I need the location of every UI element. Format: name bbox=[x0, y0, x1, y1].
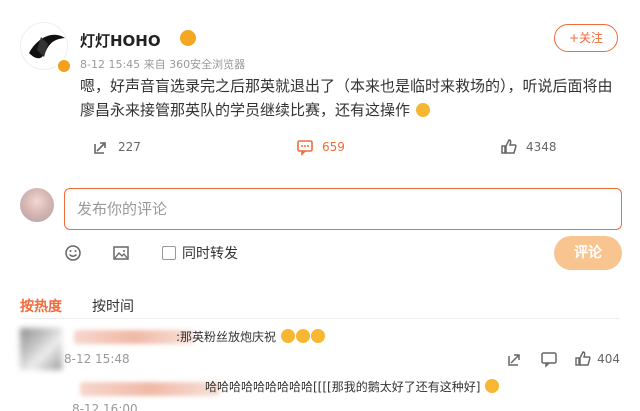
verified-badge-icon bbox=[56, 58, 72, 74]
like-icon bbox=[575, 351, 591, 366]
comment-date: 8-12 16:00 bbox=[72, 402, 138, 411]
emoji-icon bbox=[65, 245, 81, 261]
comment-input[interactable]: 发布你的评论 bbox=[64, 188, 622, 230]
submit-comment-button[interactable]: 评论 bbox=[554, 236, 622, 270]
comment-item: 哈哈哈哈哈哈哈哈哈[[[[那我的鹅太好了还有这种好] 8-12 16:00 bbox=[20, 372, 620, 411]
image-icon bbox=[113, 246, 129, 260]
repost-action[interactable]: 227 bbox=[92, 138, 141, 156]
comment-date: 8-12 15:48 bbox=[64, 352, 130, 366]
comment-like-action[interactable]: 404 bbox=[574, 350, 620, 368]
like-count: 4348 bbox=[526, 140, 557, 154]
crying-emoji-icon bbox=[280, 329, 295, 343]
sort-tab-hot[interactable]: 按热度 bbox=[20, 296, 62, 316]
comment-box-row: 发布你的评论 bbox=[20, 186, 622, 230]
comment-action[interactable]: 659 bbox=[296, 138, 345, 156]
emoji-button[interactable] bbox=[64, 244, 82, 266]
comment-count: 659 bbox=[322, 140, 345, 154]
crying-emoji-icon bbox=[295, 329, 310, 343]
comment-toolbar: 同时转发 评论 bbox=[64, 236, 624, 270]
image-button[interactable] bbox=[112, 244, 130, 266]
comment-actions: 404 bbox=[506, 350, 620, 368]
crying-emoji-icon bbox=[310, 329, 325, 343]
repost-count: 227 bbox=[118, 140, 141, 154]
emoji-icon bbox=[485, 379, 500, 393]
post-header: 灯灯HOHO 8-12 15:45 来自 360安全浏览器 +关注 bbox=[20, 14, 620, 74]
comment-author-blurred bbox=[80, 382, 220, 396]
comment-text-content: :那英粉丝放炮庆祝 bbox=[176, 330, 277, 344]
repost-icon[interactable] bbox=[506, 350, 524, 368]
comment-like-count: 404 bbox=[597, 352, 620, 366]
current-user-avatar[interactable] bbox=[20, 188, 54, 222]
like-action[interactable]: 4348 bbox=[500, 138, 557, 156]
post-text: 嗯，好声音盲选录完之后那英就退出了（本来也是临时来救场的），听说后面将由廖昌永来… bbox=[80, 74, 625, 122]
like-icon bbox=[501, 139, 517, 154]
comment-text: :那英粉丝放炮庆祝 bbox=[176, 328, 325, 345]
repost-icon bbox=[94, 142, 106, 154]
post-meta: 8-12 15:45 来自 360安全浏览器 bbox=[80, 58, 246, 71]
sort-tab-time[interactable]: 按时间 bbox=[92, 296, 134, 316]
surprised-emoji-icon bbox=[415, 103, 430, 117]
divider bbox=[20, 318, 620, 319]
post-text-content: 嗯，好声音盲选录完之后那英就退出了（本来也是临时来救场的），听说后面将由廖昌永来… bbox=[80, 77, 613, 119]
comment-icon bbox=[297, 140, 313, 156]
author-name[interactable]: 灯灯HOHO bbox=[80, 30, 161, 51]
comment-text: 哈哈哈哈哈哈哈哈哈[[[[那我的鹅太好了还有这种好] bbox=[205, 378, 500, 395]
comment-text-content: 哈哈哈哈哈哈哈哈哈[[[[那我的鹅太好了还有这种好] bbox=[205, 380, 481, 394]
comment-avatar[interactable] bbox=[20, 328, 62, 370]
comment-icon[interactable] bbox=[540, 350, 558, 368]
post-actions: 227 659 4348 bbox=[80, 138, 580, 160]
forward-checkbox[interactable] bbox=[162, 246, 176, 260]
forward-label: 同时转发 bbox=[182, 246, 238, 262]
comment-item: :那英粉丝放炮庆祝 8-12 15:48 404 bbox=[20, 322, 620, 372]
follow-button[interactable]: +关注 bbox=[554, 24, 618, 52]
comment-sort-tabs: 按热度 按时间 bbox=[20, 296, 320, 320]
vip-badge-icon bbox=[180, 30, 196, 46]
